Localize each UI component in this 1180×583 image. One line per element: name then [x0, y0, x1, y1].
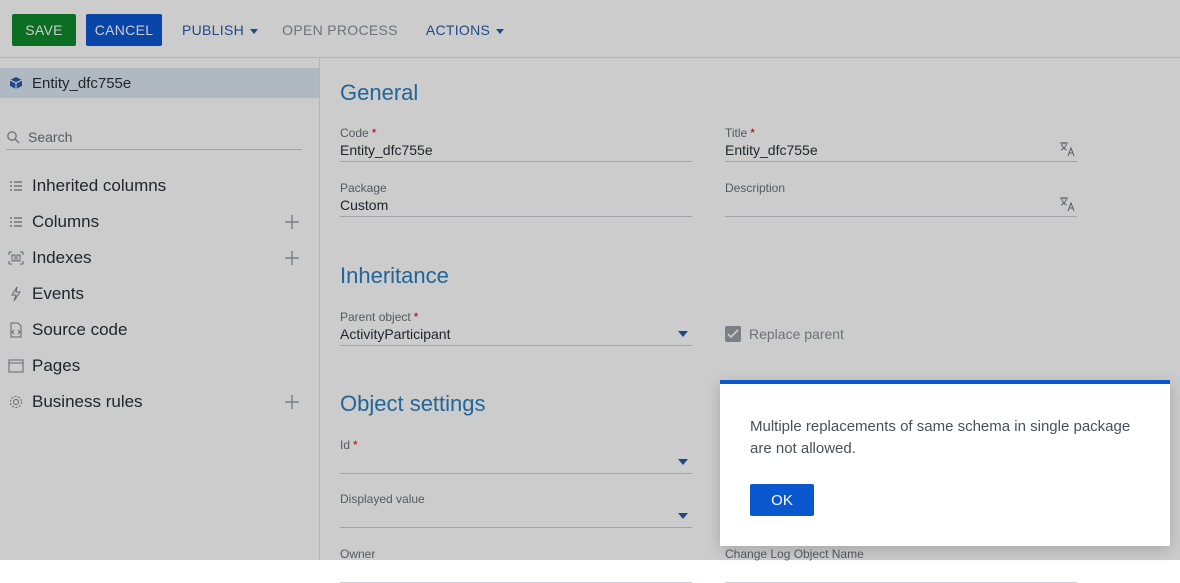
error-dialog: Multiple replacements of same schema in … [720, 380, 1170, 546]
dialog-message: Multiple replacements of same schema in … [750, 418, 1131, 457]
ok-button[interactable]: OK [750, 484, 814, 516]
